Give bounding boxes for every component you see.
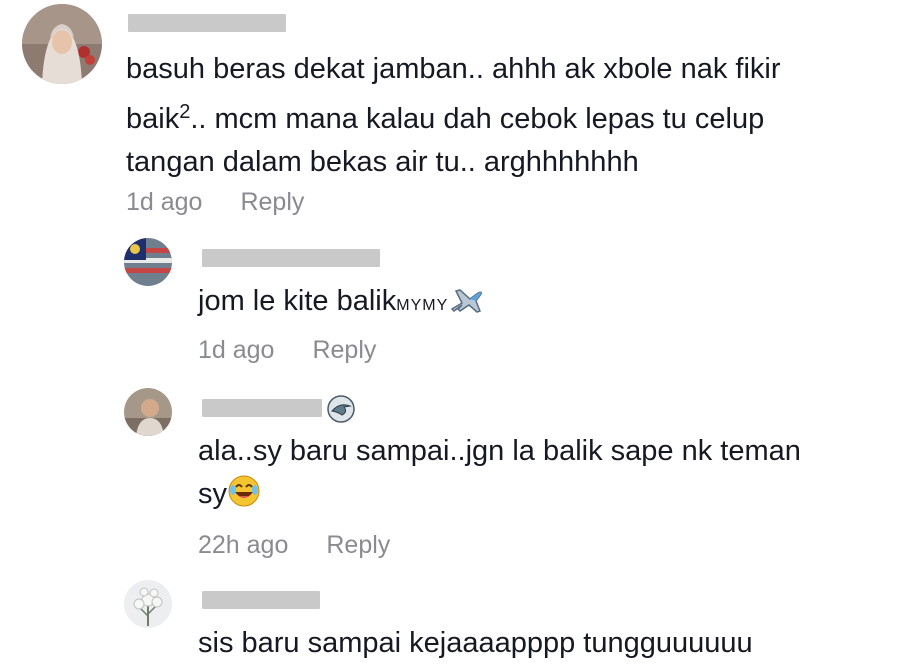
laughing-crying-icon <box>227 474 261 521</box>
reply-button[interactable]: Reply <box>312 336 376 364</box>
comment-text: sis baru sampai kejaaaapppp tungguuuuuu <box>198 622 753 665</box>
flag-avatar-icon <box>124 238 172 286</box>
timestamp: 1d ago <box>198 336 275 364</box>
person-avatar-icon <box>124 388 172 436</box>
redacted-username <box>202 249 380 267</box>
comment-text-line: baik2.. mcm mana kalau dah cebok lepas t… <box>126 91 781 141</box>
avatar[interactable] <box>124 580 172 628</box>
redacted-username <box>202 591 320 609</box>
flag-letters: MYMY <box>396 297 449 314</box>
avatar[interactable] <box>124 388 172 436</box>
timestamp: 1d ago <box>126 188 203 216</box>
comment-text-line: basuh beras dekat jamban.. ahhh ak xbole… <box>126 53 781 85</box>
reply-button[interactable]: Reply <box>326 531 390 559</box>
comment-text-fragment: .. mcm mana kalau dah cebok lepas tu cel… <box>190 103 765 135</box>
comment-meta: 1d ago Reply <box>126 188 304 217</box>
woman-hijab-avatar-icon <box>22 4 102 84</box>
comment-text-line: tangan dalam bekas air tu.. arghhhhhhh <box>126 146 639 178</box>
comment-text-fragment: jom le kite balik <box>198 285 397 317</box>
reply-button[interactable]: Reply <box>240 188 304 216</box>
comment-text-fragment: baik <box>126 103 180 135</box>
comment-text: basuh beras dekat jamban.. ahhh ak xbole… <box>126 48 781 184</box>
avatar[interactable] <box>124 238 172 286</box>
comment-meta: 22h ago Reply <box>198 531 390 560</box>
redacted-username <box>128 14 286 32</box>
comment-text: jom le kite balikMYMY <box>198 280 484 328</box>
redacted-username <box>202 399 322 417</box>
avatar[interactable] <box>22 4 102 84</box>
shark-icon <box>326 394 356 429</box>
airplane-icon <box>448 281 484 328</box>
comment-text-line: ala..sy baru sampai..jgn la balik sape n… <box>198 435 801 467</box>
timestamp: 22h ago <box>198 531 289 559</box>
flower-avatar-icon <box>124 580 172 628</box>
comment-text-line: sy <box>198 473 801 521</box>
comment-text: ala..sy baru sampai..jgn la balik sape n… <box>198 430 801 521</box>
superscript: 2 <box>179 101 191 123</box>
comment-text-fragment: sy <box>198 478 227 510</box>
comment-text-fragment: sis baru sampai kejaaaapppp tungguuuuuu <box>198 627 753 659</box>
comment-meta: 1d ago Reply <box>198 336 376 365</box>
